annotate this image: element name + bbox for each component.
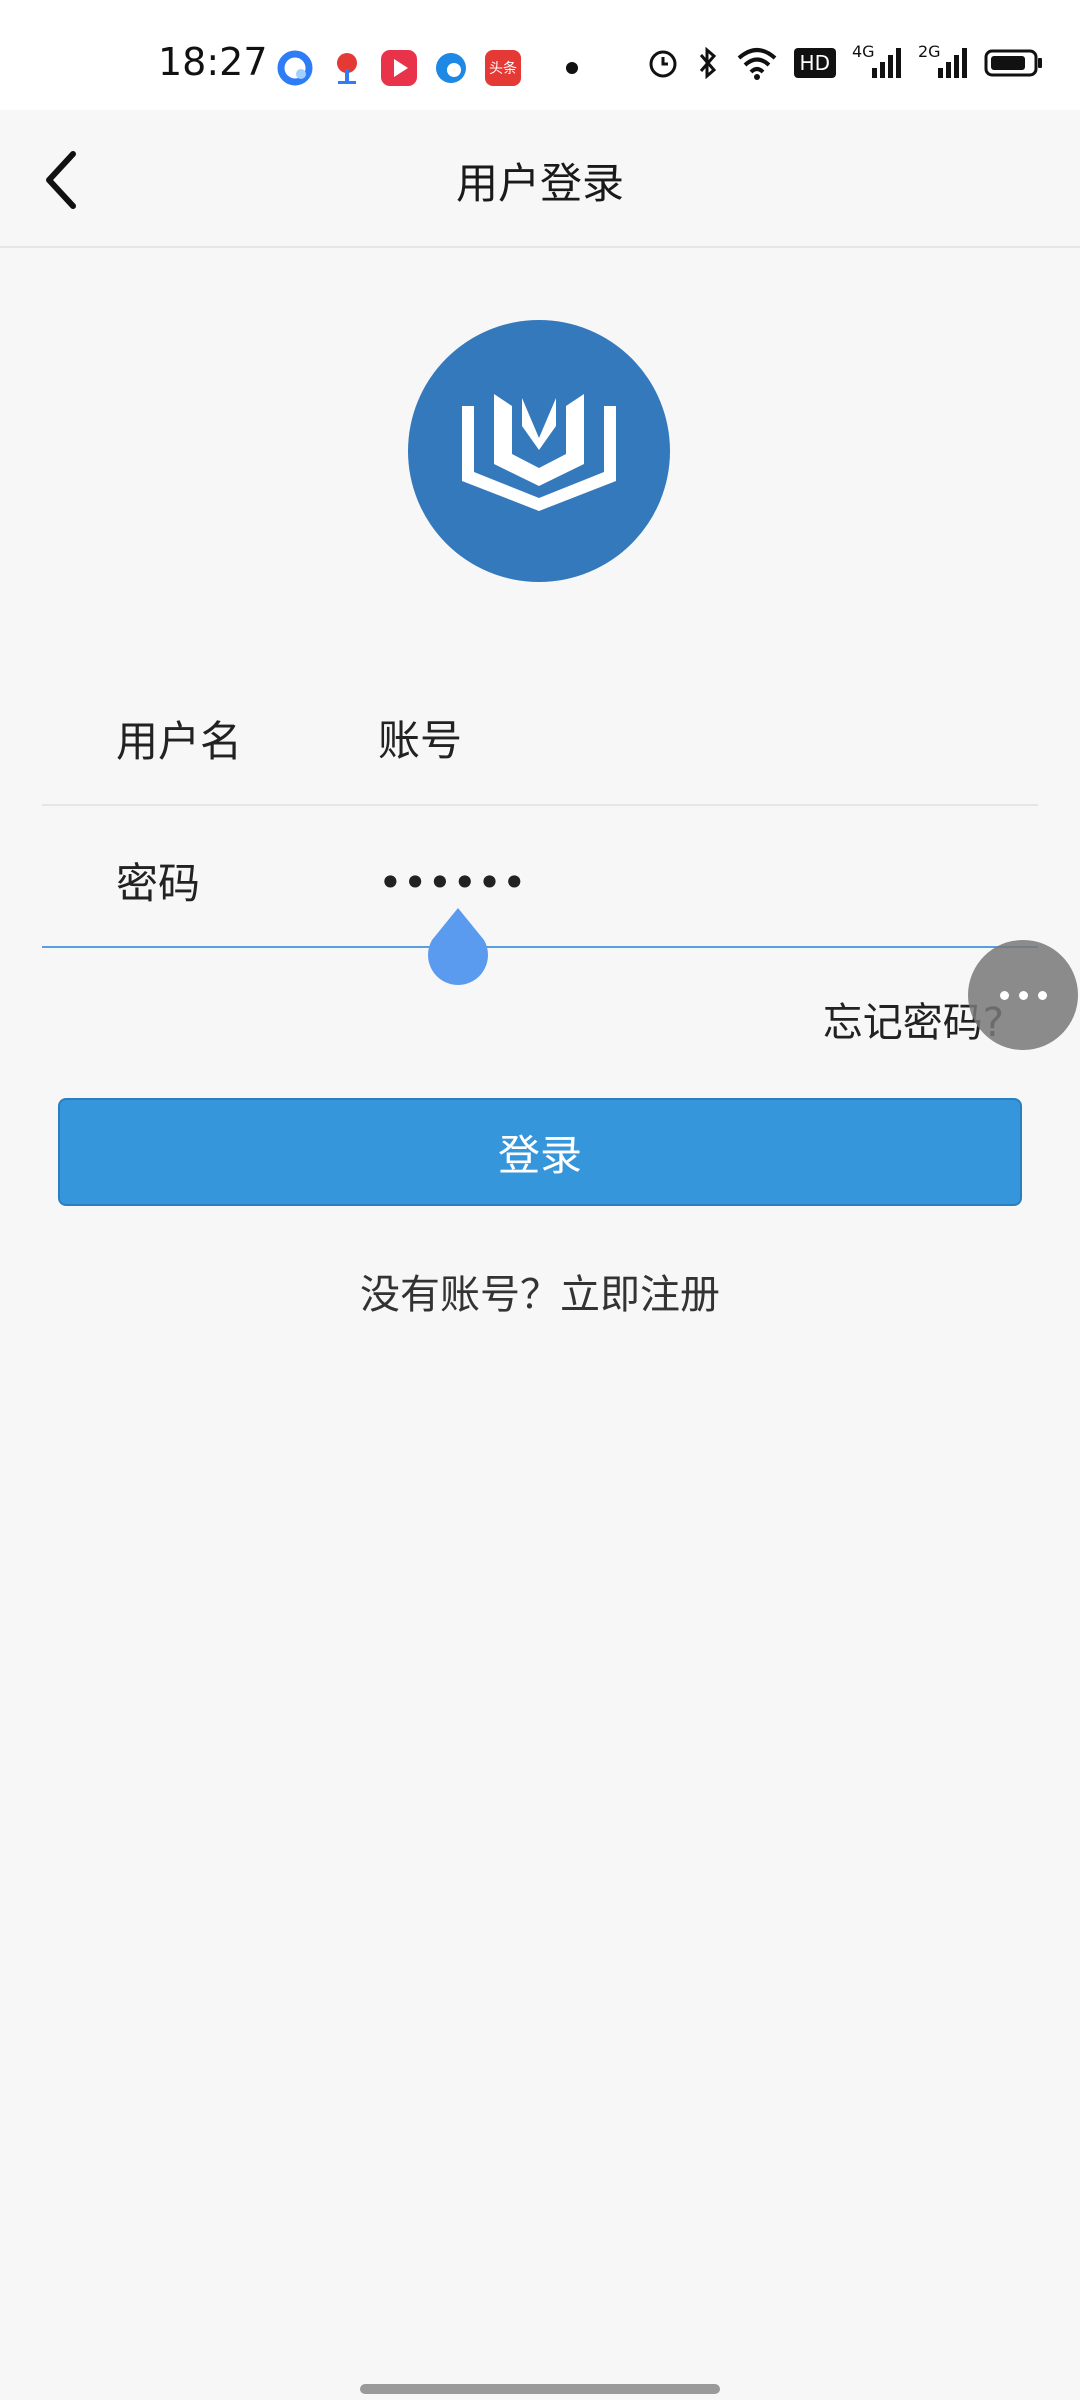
password-row: 密码 (42, 818, 1038, 948)
username-input[interactable] (376, 706, 936, 774)
map-pin-icon (337, 53, 357, 84)
signal-4g-icon: 4G (852, 42, 902, 80)
text-cursor-handle[interactable] (424, 906, 492, 986)
login-button[interactable]: 登录 (58, 1098, 1022, 1206)
more-notifications-dot (566, 62, 578, 74)
nav-bar: 用户登录 (0, 110, 1080, 248)
floating-menu-button[interactable] (968, 940, 1078, 1050)
menu-dot (999, 990, 1009, 1000)
hd-icon: HD (793, 48, 836, 78)
menu-dot (1018, 990, 1028, 1000)
svg-text:头条: 头条 (489, 60, 517, 77)
alarm-icon (649, 50, 677, 78)
notification-icons: 头条 (276, 44, 578, 92)
status-bar: 18:27 头条 HD 4G 2G (0, 0, 1080, 110)
wifi-icon (737, 48, 776, 80)
menu-dot (1037, 990, 1047, 1000)
username-label: 用户名 (116, 717, 243, 766)
edge-browser-icon (436, 53, 466, 83)
signal-2g-icon: 2G (918, 42, 968, 80)
register-link[interactable]: 没有账号？立即注册 (0, 1262, 1080, 1320)
home-indicator[interactable] (360, 2384, 720, 2394)
system-icons: HD 4G 2G (646, 42, 1044, 80)
status-time: 18:27 (158, 40, 268, 84)
app-logo (408, 320, 670, 582)
video-play-icon (381, 50, 417, 86)
username-row: 用户名 (42, 676, 1038, 806)
toutiao-icon: 头条 (485, 50, 521, 86)
bluetooth-icon (699, 46, 716, 80)
open-book-icon (462, 394, 616, 511)
quark-browser-icon (277, 50, 313, 86)
password-label: 密码 (116, 859, 201, 908)
page-title: 用户登录 (455, 159, 624, 208)
battery-icon (984, 49, 1042, 77)
